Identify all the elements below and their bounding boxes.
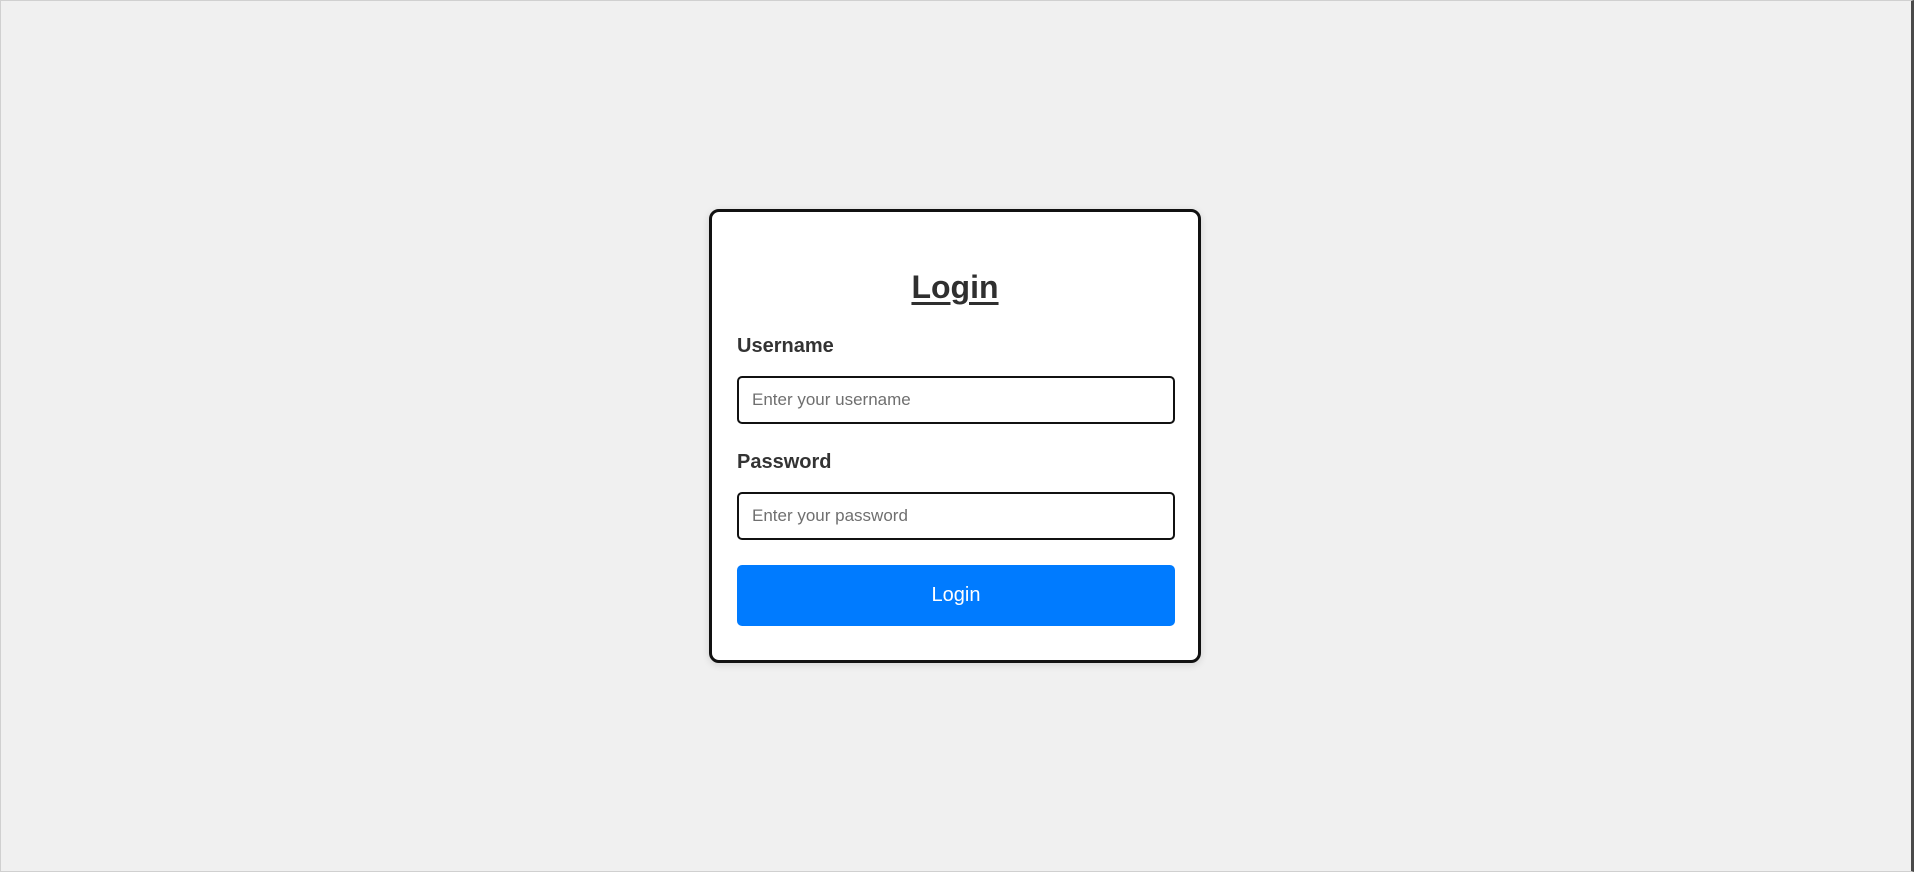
username-input[interactable]: [737, 376, 1175, 424]
login-button[interactable]: Login: [737, 565, 1175, 626]
login-card: Login Username Password Login: [709, 209, 1201, 663]
login-title: Login: [911, 269, 999, 305]
password-input[interactable]: [737, 492, 1175, 540]
username-label: Username: [737, 335, 834, 357]
password-label: Password: [737, 451, 832, 473]
